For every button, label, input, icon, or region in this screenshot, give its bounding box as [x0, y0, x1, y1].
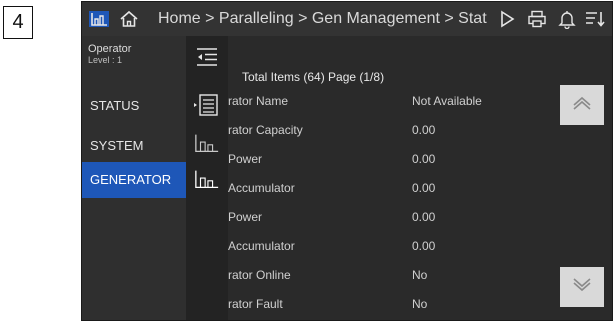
item-name: Accumulator: [228, 181, 295, 195]
item-name: Power: [228, 152, 263, 166]
user-level: Level : 1: [88, 55, 123, 65]
item-name: rator Name: [228, 94, 289, 108]
nav-item-status[interactable]: STATUS: [82, 88, 186, 124]
chart-icon[interactable]: [194, 130, 220, 156]
bell-icon[interactable]: [556, 9, 578, 29]
chart-icon[interactable]: [194, 166, 220, 192]
item-value: No: [412, 268, 428, 282]
item-value: No: [412, 297, 428, 311]
content-panel: Total Items (64) Page (1/8) rator Name N…: [228, 36, 612, 320]
list-item: rator Name Not Available: [228, 87, 588, 116]
nav-item-system[interactable]: SYSTEM: [82, 128, 186, 164]
list-item: Power 0.00: [228, 145, 588, 174]
item-name: rator Online: [228, 268, 291, 282]
item-name: Accumulator: [228, 239, 295, 253]
scroll-up-button[interactable]: [560, 85, 604, 125]
nav-item-label: STATUS: [90, 98, 140, 113]
item-value: 0.00: [412, 239, 436, 253]
item-name: rator Fault: [228, 297, 283, 311]
list-item: Accumulator 0.00: [228, 232, 588, 261]
item-value: 0.00: [412, 181, 436, 195]
list-item: rator Capacity 0.00: [228, 116, 588, 145]
total-items-label: Total Items (64) Page (1/8): [242, 70, 385, 84]
item-value: 0.00: [412, 152, 436, 166]
left-nav: Operator Level : 1 STATUS SYSTEM GENERAT…: [82, 36, 186, 320]
item-value: 0.00: [412, 210, 436, 224]
list-item: rator Fault No: [228, 290, 588, 319]
item-value: Not Available: [412, 94, 482, 108]
step-number-box: 4: [3, 6, 33, 39]
item-name: Power: [228, 210, 263, 224]
scroll-down-button[interactable]: [560, 267, 604, 307]
collapse-menu-icon[interactable]: [194, 44, 220, 70]
chart-icon[interactable]: [88, 9, 110, 29]
nav-item-label: SYSTEM: [90, 138, 144, 153]
list-item: rator Online No: [228, 261, 588, 290]
item-name: rator Capacity: [228, 123, 303, 137]
chevron-down-icon: [572, 277, 592, 298]
top-bar: Home > Paralleling > Gen Management > St…: [82, 2, 612, 36]
user-name: Operator: [88, 43, 132, 55]
step-number: 4: [12, 11, 24, 33]
list-item: Accumulator 0.00: [228, 174, 588, 203]
nav-item-generator[interactable]: GENERATOR: [82, 162, 186, 198]
icon-column: [186, 36, 228, 320]
sort-icon[interactable]: [584, 9, 606, 29]
play-icon[interactable]: [496, 9, 518, 29]
chevron-up-icon: [572, 95, 592, 116]
hmi-screen: Home > Paralleling > Gen Management > St…: [82, 2, 612, 320]
printer-icon[interactable]: [526, 9, 548, 29]
breadcrumb: Home > Paralleling > Gen Management > St…: [158, 10, 487, 27]
list-item: Power 0.00: [228, 203, 588, 232]
home-icon[interactable]: [118, 9, 140, 29]
list-icon[interactable]: [194, 92, 220, 118]
nav-item-label: GENERATOR: [90, 172, 172, 187]
item-value: 0.00: [412, 123, 436, 137]
